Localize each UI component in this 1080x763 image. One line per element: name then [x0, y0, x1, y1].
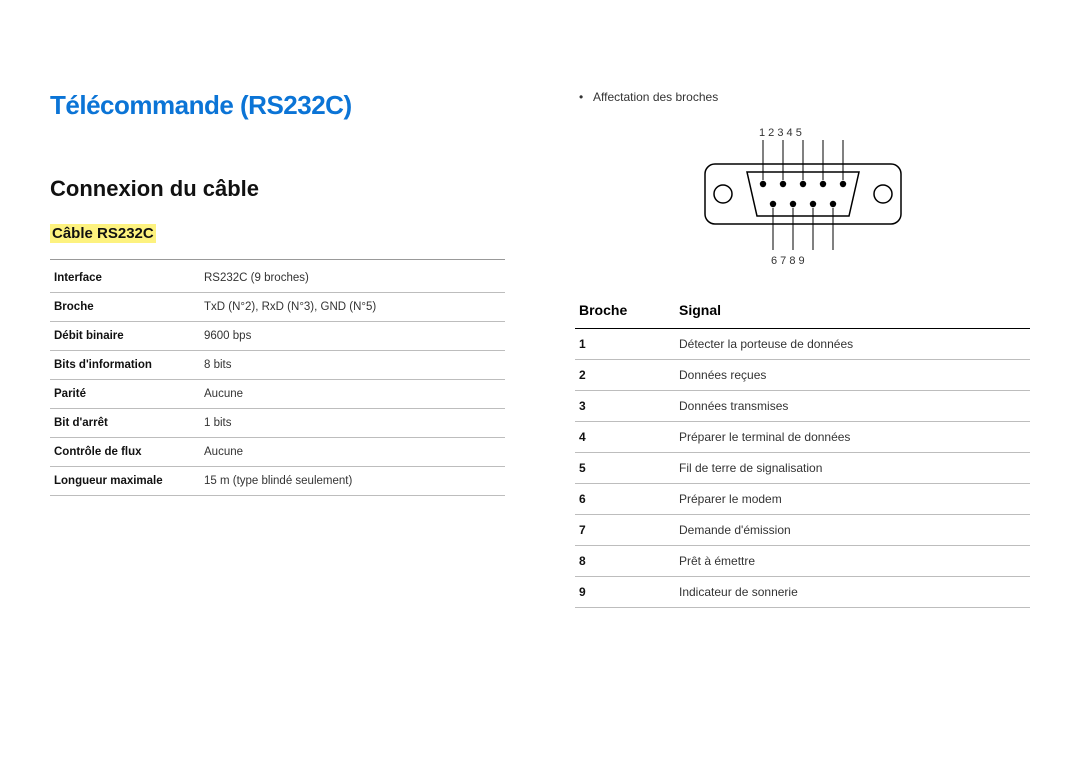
pin-bullet-text: Affectation des broches: [593, 90, 718, 104]
db9-connector-icon: 1 2 3 4 5: [683, 122, 923, 272]
spec-label: Bit d'arrêt: [50, 409, 200, 438]
pin-signal: Fil de terre de signalisation: [675, 453, 1030, 484]
cable-spec-table: InterfaceRS232C (9 broches)BrocheTxD (N°…: [50, 264, 505, 496]
pin-signal: Données transmises: [675, 391, 1030, 422]
spec-value: RS232C (9 broches): [200, 264, 505, 293]
pin-signal: Préparer le terminal de données: [675, 422, 1030, 453]
signal-header: Signal: [675, 296, 1030, 329]
spec-value: Aucune: [200, 438, 505, 467]
pin-number: 8: [575, 546, 675, 577]
pin-number: 6: [575, 484, 675, 515]
pin-number: 2: [575, 360, 675, 391]
pin-signal-table: Broche Signal 1Détecter la porteuse de d…: [575, 296, 1030, 608]
page-title: Télécommande (RS232C): [50, 90, 505, 121]
connector-diagram: 1 2 3 4 5: [575, 122, 1030, 272]
pin-assignment-bullet: •Affectation des broches: [579, 90, 1030, 104]
table-row: 2Données reçues: [575, 360, 1030, 391]
spec-label: Broche: [50, 293, 200, 322]
section-title: Connexion du câble: [50, 176, 505, 202]
table-row: 1Détecter la porteuse de données: [575, 329, 1030, 360]
pin-signal: Demande d'émission: [675, 515, 1030, 546]
pin-signal: Détecter la porteuse de données: [675, 329, 1030, 360]
pin-number: 3: [575, 391, 675, 422]
table-row: 5Fil de terre de signalisation: [575, 453, 1030, 484]
spec-label: Débit binaire: [50, 322, 200, 351]
table-row: Bit d'arrêt1 bits: [50, 409, 505, 438]
subsection-title: Câble RS232C: [50, 224, 156, 243]
pin-signal: Prêt à émettre: [675, 546, 1030, 577]
spec-label: Longueur maximale: [50, 467, 200, 496]
pin-number: 9: [575, 577, 675, 608]
spec-value: Aucune: [200, 380, 505, 409]
pin-number: 4: [575, 422, 675, 453]
table-row: ParitéAucune: [50, 380, 505, 409]
table-row: 8Prêt à émettre: [575, 546, 1030, 577]
table-row: 6Préparer le modem: [575, 484, 1030, 515]
table-row: BrocheTxD (N°2), RxD (N°3), GND (N°5): [50, 293, 505, 322]
pin-number: 5: [575, 453, 675, 484]
svg-text:1 2 3 4 5: 1 2 3 4 5: [759, 127, 802, 139]
pin-signal: Données reçues: [675, 360, 1030, 391]
spec-value: 9600 bps: [200, 322, 505, 351]
right-column: •Affectation des broches 1 2 3 4 5: [575, 90, 1030, 723]
divider: [50, 259, 505, 260]
spec-value: 1 bits: [200, 409, 505, 438]
spec-label: Contrôle de flux: [50, 438, 200, 467]
table-row: Contrôle de fluxAucune: [50, 438, 505, 467]
spec-value: TxD (N°2), RxD (N°3), GND (N°5): [200, 293, 505, 322]
spec-value: 8 bits: [200, 351, 505, 380]
table-row: Débit binaire9600 bps: [50, 322, 505, 351]
pin-header: Broche: [575, 296, 675, 329]
table-row: 4Préparer le terminal de données: [575, 422, 1030, 453]
table-row: Bits d'information8 bits: [50, 351, 505, 380]
table-row: 7Demande d'émission: [575, 515, 1030, 546]
table-row: 9Indicateur de sonnerie: [575, 577, 1030, 608]
spec-value: 15 m (type blindé seulement): [200, 467, 505, 496]
pin-number: 1: [575, 329, 675, 360]
pin-number: 7: [575, 515, 675, 546]
spec-label: Bits d'information: [50, 351, 200, 380]
table-row: Longueur maximale15 m (type blindé seule…: [50, 467, 505, 496]
svg-text:6 7 8 9: 6 7 8 9: [771, 255, 805, 267]
spec-label: Interface: [50, 264, 200, 293]
table-row: 3Données transmises: [575, 391, 1030, 422]
spec-label: Parité: [50, 380, 200, 409]
left-column: Télécommande (RS232C) Connexion du câble…: [50, 90, 505, 723]
table-row: InterfaceRS232C (9 broches): [50, 264, 505, 293]
pin-signal: Indicateur de sonnerie: [675, 577, 1030, 608]
pin-signal: Préparer le modem: [675, 484, 1030, 515]
